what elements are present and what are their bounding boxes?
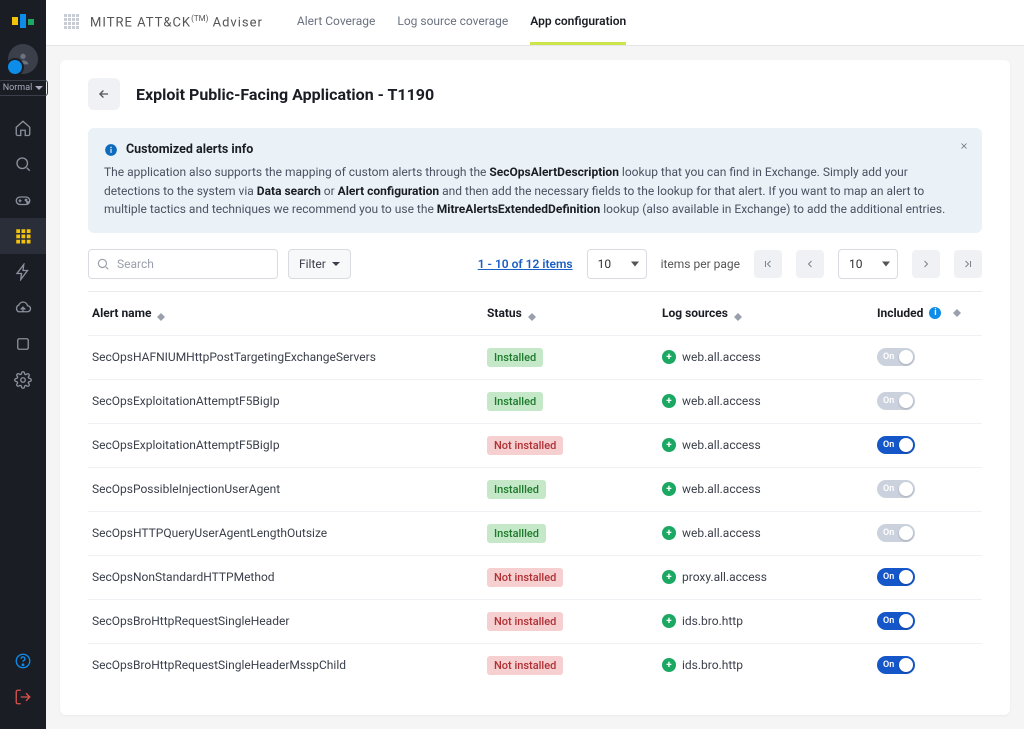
nav-games[interactable] bbox=[0, 182, 46, 218]
included-toggle[interactable]: On bbox=[877, 480, 915, 498]
info-icon: i bbox=[929, 307, 941, 319]
page-size-label: items per page bbox=[661, 257, 740, 271]
alert-name-cell: SecOpsHAFNIUMHttpPostTargetingExchangeSe… bbox=[92, 350, 487, 364]
table-row: SecOpsHAFNIUMHttpPostTargetingExchangeSe… bbox=[88, 335, 982, 379]
column-log-sources[interactable]: Log sources bbox=[662, 306, 877, 321]
search-input[interactable] bbox=[88, 249, 278, 279]
alert-name-cell: SecOpsPossibleInjectionUserAgent bbox=[92, 482, 487, 496]
plus-icon: + bbox=[662, 438, 676, 452]
search-icon bbox=[96, 256, 110, 275]
log-source-cell: +web.all.access bbox=[662, 438, 877, 452]
plus-icon: + bbox=[662, 350, 676, 364]
column-status[interactable]: Status bbox=[487, 306, 662, 321]
status-badge: Not installed bbox=[487, 656, 563, 675]
banner-title: Customized alerts info bbox=[126, 142, 253, 157]
page-last-button[interactable] bbox=[954, 250, 982, 278]
status-badge: Installled bbox=[487, 480, 546, 499]
log-source-cell: +ids.bro.http bbox=[662, 658, 877, 672]
brand-icon bbox=[64, 14, 82, 32]
chevron-down-icon bbox=[332, 262, 340, 266]
nav-search[interactable] bbox=[0, 146, 46, 182]
brand: MITRE ATT&CK(TM) Adviser bbox=[64, 14, 263, 32]
log-source-cell: +proxy.all.access bbox=[662, 570, 877, 584]
nav-home[interactable] bbox=[0, 110, 46, 146]
nav-cloud[interactable] bbox=[0, 290, 46, 326]
alert-name-cell: SecOpsNonStandardHTTPMethod bbox=[92, 570, 487, 584]
nav-logout[interactable] bbox=[0, 679, 46, 715]
status-badge: Not installed bbox=[487, 612, 563, 631]
alert-name-cell: SecOpsExploitationAttemptF5BigIp bbox=[92, 394, 487, 408]
sidebar: Normal bbox=[0, 0, 46, 729]
nav-settings[interactable] bbox=[0, 362, 46, 398]
nav-layers[interactable] bbox=[0, 326, 46, 362]
page-next-button[interactable] bbox=[912, 250, 940, 278]
log-source-cell: +web.all.access bbox=[662, 350, 877, 364]
pagination-range[interactable]: 1 - 10 of 12 items bbox=[478, 257, 573, 271]
column-alert-name[interactable]: Alert name bbox=[92, 306, 487, 321]
included-toggle[interactable]: On bbox=[877, 392, 915, 410]
table-row: SecOpsExploitationAttemptF5BigIp Not ins… bbox=[88, 423, 982, 467]
page-title: Exploit Public-Facing Application - T119… bbox=[136, 85, 434, 104]
tab-alert-coverage[interactable]: Alert Coverage bbox=[297, 0, 376, 45]
page-number-select[interactable]: 10 bbox=[838, 249, 898, 279]
alert-name-cell: SecOpsExploitationAttemptF5BigIp bbox=[92, 438, 487, 452]
log-source-cell: +ids.bro.http bbox=[662, 614, 877, 628]
log-source-cell: +web.all.access bbox=[662, 482, 877, 496]
tab-app-configuration[interactable]: App configuration bbox=[530, 0, 626, 45]
plus-icon: + bbox=[662, 526, 676, 540]
tab-log-source-coverage[interactable]: Log source coverage bbox=[397, 0, 508, 45]
nav-bolt[interactable] bbox=[0, 254, 46, 290]
included-toggle[interactable]: On bbox=[877, 612, 915, 630]
column-included[interactable]: Includedi bbox=[877, 306, 978, 320]
table-row: SecOpsExploitationAttemptF5BigIp Install… bbox=[88, 379, 982, 423]
status-badge: Installed bbox=[487, 392, 543, 411]
info-banner: Customized alerts info The application a… bbox=[88, 128, 982, 233]
info-icon bbox=[104, 143, 118, 157]
page-size-select[interactable]: 10 bbox=[587, 249, 647, 279]
page-first-button[interactable] bbox=[754, 250, 782, 278]
included-toggle[interactable]: On bbox=[877, 656, 915, 674]
user-avatar[interactable] bbox=[8, 44, 38, 74]
status-badge: Installled bbox=[487, 524, 546, 543]
filter-button[interactable]: Filter bbox=[288, 249, 351, 279]
topbar: MITRE ATT&CK(TM) Adviser Alert Coverage L… bbox=[46, 0, 1024, 46]
alert-name-cell: SecOpsHTTPQueryUserAgentLengthOutsize bbox=[92, 526, 487, 540]
included-toggle[interactable]: On bbox=[877, 524, 915, 542]
table-header: Alert name Status Log sources Includedi bbox=[88, 292, 982, 335]
status-badge: Installed bbox=[487, 348, 543, 367]
included-toggle[interactable]: On bbox=[877, 568, 915, 586]
plus-icon: + bbox=[662, 482, 676, 496]
log-source-cell: +web.all.access bbox=[662, 394, 877, 408]
alert-name-cell: SecOpsBroHttpRequestSingleHeader bbox=[92, 614, 487, 628]
plus-icon: + bbox=[662, 614, 676, 628]
table-row: SecOpsPossibleInjectionUserAgent Install… bbox=[88, 467, 982, 511]
plus-icon: + bbox=[662, 658, 676, 672]
status-badge: Not installed bbox=[487, 568, 563, 587]
log-source-cell: +web.all.access bbox=[662, 526, 877, 540]
included-toggle[interactable]: On bbox=[877, 436, 915, 454]
alert-name-cell: SecOpsBroHttpRequestSingleHeaderMsspChil… bbox=[92, 658, 487, 672]
status-badge: Not installed bbox=[487, 436, 563, 455]
brand-text: MITRE ATT&CK(TM) Adviser bbox=[90, 14, 263, 30]
table-row: SecOpsHTTPQueryUserAgentLengthOutsize In… bbox=[88, 511, 982, 555]
sort-icon bbox=[157, 313, 165, 321]
banner-body: The application also supports the mappin… bbox=[104, 163, 966, 219]
app-logo[interactable] bbox=[10, 8, 36, 34]
mode-chip[interactable]: Normal bbox=[0, 80, 48, 96]
banner-close-button[interactable] bbox=[956, 138, 972, 154]
table-row: SecOpsBroHttpRequestSingleHeader Not ins… bbox=[88, 599, 982, 643]
table-row: SecOpsNonStandardHTTPMethod Not installe… bbox=[88, 555, 982, 599]
back-button[interactable] bbox=[88, 78, 120, 110]
table-row: SecOpsBroHttpRequestSingleHeaderMsspChil… bbox=[88, 643, 982, 687]
plus-icon: + bbox=[662, 394, 676, 408]
included-toggle[interactable]: On bbox=[877, 348, 915, 366]
page-prev-button[interactable] bbox=[796, 250, 824, 278]
plus-icon: + bbox=[662, 570, 676, 584]
nav-help[interactable] bbox=[0, 643, 46, 679]
nav-apps[interactable] bbox=[0, 218, 46, 254]
